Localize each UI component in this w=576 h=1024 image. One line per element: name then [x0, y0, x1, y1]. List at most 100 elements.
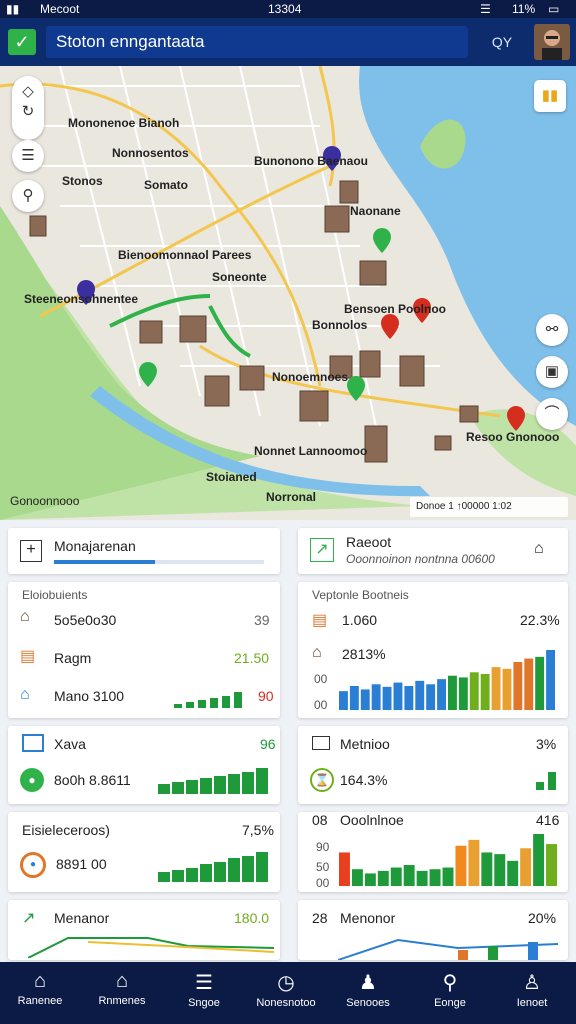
- layers-icon[interactable]: ▮▮: [534, 80, 566, 112]
- row-label: Ragm: [54, 650, 92, 666]
- chart-bar: [364, 873, 376, 886]
- user-icon: ♟: [359, 972, 377, 994]
- search-icon: ⚲: [442, 972, 458, 994]
- row-label: 1.060: [342, 612, 378, 628]
- card-title: Monajarenan: [54, 538, 136, 554]
- chart-bar: [382, 686, 392, 710]
- card-value: 416: [536, 812, 560, 828]
- chart-bar: [458, 677, 468, 710]
- map-label: Stoianed: [206, 470, 257, 484]
- expand-icon[interactable]: ⌂: [534, 540, 544, 558]
- chart-bar: [393, 682, 403, 710]
- chart-bar: [349, 686, 359, 710]
- row-label: Xava: [54, 736, 86, 752]
- axis-label: 00: [314, 698, 328, 712]
- card-subtitle: Ooonnoinon nontnna 00600: [346, 552, 495, 566]
- avatar[interactable]: [534, 24, 570, 60]
- row-label: 5o5e0o30: [54, 612, 117, 628]
- map-label: Mononenoe Bianoh: [68, 116, 180, 130]
- chart-bar: [390, 867, 402, 886]
- map-label: Nonnosentos: [112, 146, 189, 160]
- map-label: Soneonte: [212, 270, 267, 284]
- map-label: Naonane: [350, 204, 401, 218]
- stats-card-right-4: 28 Menonor 20%: [298, 900, 568, 960]
- axis-label: 00: [316, 876, 330, 890]
- chart-bar: [442, 867, 454, 886]
- map-scale: Donoe 1 ↑00000 1:02: [410, 497, 568, 517]
- line-chart: [338, 938, 558, 960]
- stats-card-left-3: Eisieleceroos) 7,5% ● 8891 00: [8, 812, 280, 892]
- card-title: Eloiobuients: [22, 588, 88, 602]
- card-prefix: 08: [312, 812, 328, 828]
- report-header-card[interactable]: ↗ Raeoot Ooonnoinon nontnna 00600 ⌂: [298, 528, 568, 574]
- nav-item-home[interactable]: ⌂ Ranenee: [4, 962, 76, 1024]
- stats-card-left: Eloiobuients ⌂ 5o5e0o30 39 ▤ Ragm 21.50 …: [8, 582, 280, 718]
- grid-icon: +: [20, 540, 42, 562]
- bottom-nav: ⌂ Ranenee ⌂ Rnmenes ☰ Sngoe ◷ Nonesnotoo ♟ Se…: [0, 962, 576, 1024]
- progress-track: [54, 560, 264, 564]
- nav-item-history[interactable]: ◷ Nonesnotoo: [250, 962, 322, 1024]
- mini-bar-chart: [158, 768, 268, 794]
- chart-bar: [403, 865, 415, 886]
- map-label: Stonos: [62, 174, 103, 188]
- chart-bar: [524, 658, 534, 710]
- chart-bar: [360, 689, 370, 710]
- map-zoom-controls[interactable]: ◇ ↻: [12, 76, 44, 140]
- chart-bar: [533, 834, 545, 886]
- nav-item-buildings[interactable]: ⌂ Rnmenes: [86, 962, 158, 1024]
- row-value: 21.50: [234, 650, 270, 666]
- nav-item-search[interactable]: ⚲ Eonge: [414, 962, 486, 1024]
- battery-label: 11%: [512, 2, 536, 16]
- location-pin-icon[interactable]: ⚲: [12, 180, 44, 212]
- chart-bar: [546, 650, 555, 710]
- building-icon: ⌂: [115, 970, 129, 992]
- report-icon: ↗: [310, 538, 334, 562]
- carrier-label: Mecoot: [40, 2, 80, 16]
- chart-bar: [469, 672, 479, 710]
- home-icon: ⌂: [20, 686, 30, 703]
- clock-icon: ◷: [277, 972, 295, 994]
- progress-fill: [54, 560, 155, 564]
- card-value: 20%: [528, 910, 557, 926]
- link-icon[interactable]: ⚯: [536, 314, 568, 346]
- chart-bar: [426, 684, 436, 710]
- nav-item-list[interactable]: ☰ Sngoe: [168, 962, 240, 1024]
- bar-chart: [339, 650, 555, 710]
- mini-bar-chart: [174, 692, 242, 708]
- measure-icon[interactable]: ⌒: [536, 398, 568, 430]
- window-icon: [22, 734, 44, 752]
- nav-item-users[interactable]: ♟ Senooes: [332, 962, 404, 1024]
- chart-bar: [491, 667, 501, 710]
- chart-bar: [535, 656, 545, 710]
- chart-bar: [448, 675, 457, 710]
- search-button[interactable]: QY: [476, 26, 528, 58]
- filter-icon[interactable]: ☰: [12, 140, 44, 172]
- image-icon[interactable]: ▣: [536, 356, 568, 388]
- pie-icon: ●: [20, 852, 46, 878]
- row-label: 164.3%: [340, 772, 388, 788]
- chart-bar: [468, 839, 480, 886]
- map-label: Bunonono Baenaou: [254, 154, 368, 168]
- app-logo-icon[interactable]: ✓: [8, 29, 36, 55]
- refresh-icon[interactable]: ↻: [22, 103, 35, 120]
- battery-icon: ▭: [548, 2, 560, 16]
- badge-icon: ●: [20, 768, 44, 792]
- card-title: Raeoot: [346, 534, 392, 550]
- stats-card-right-2: Metnioo 3% ⌛ 164.3%: [298, 726, 568, 804]
- map-view[interactable]: Mononenoe Bianoh Nonnosentos Stonos Soma…: [0, 66, 576, 520]
- search-field[interactable]: Stoton enngantaata: [46, 26, 468, 58]
- nav-item-profile[interactable]: ♙ Ienoet: [496, 962, 568, 1024]
- gauge-icon: ⌛: [310, 768, 334, 792]
- card-title: Eisieleceroos): [22, 822, 110, 838]
- stats-card-left-2: Xava 96 ● 8o0h 8.8611: [8, 726, 280, 804]
- nav-label: Nonesnotoo: [256, 997, 316, 1009]
- row-value: 90: [258, 688, 274, 704]
- row-label: Metnioo: [340, 736, 390, 752]
- card-title: Menanor: [54, 910, 110, 926]
- rotate-icon[interactable]: ◇: [22, 83, 34, 100]
- management-header-card[interactable]: + Monajarenan: [8, 528, 280, 574]
- building-icon: ⌂: [20, 608, 30, 625]
- clock: 13304: [268, 2, 302, 16]
- chart-bar: [416, 870, 428, 886]
- stats-card-right: Veptonle Bootneis ▤ 1.060 22.3% ⌂ 2813% …: [298, 582, 568, 718]
